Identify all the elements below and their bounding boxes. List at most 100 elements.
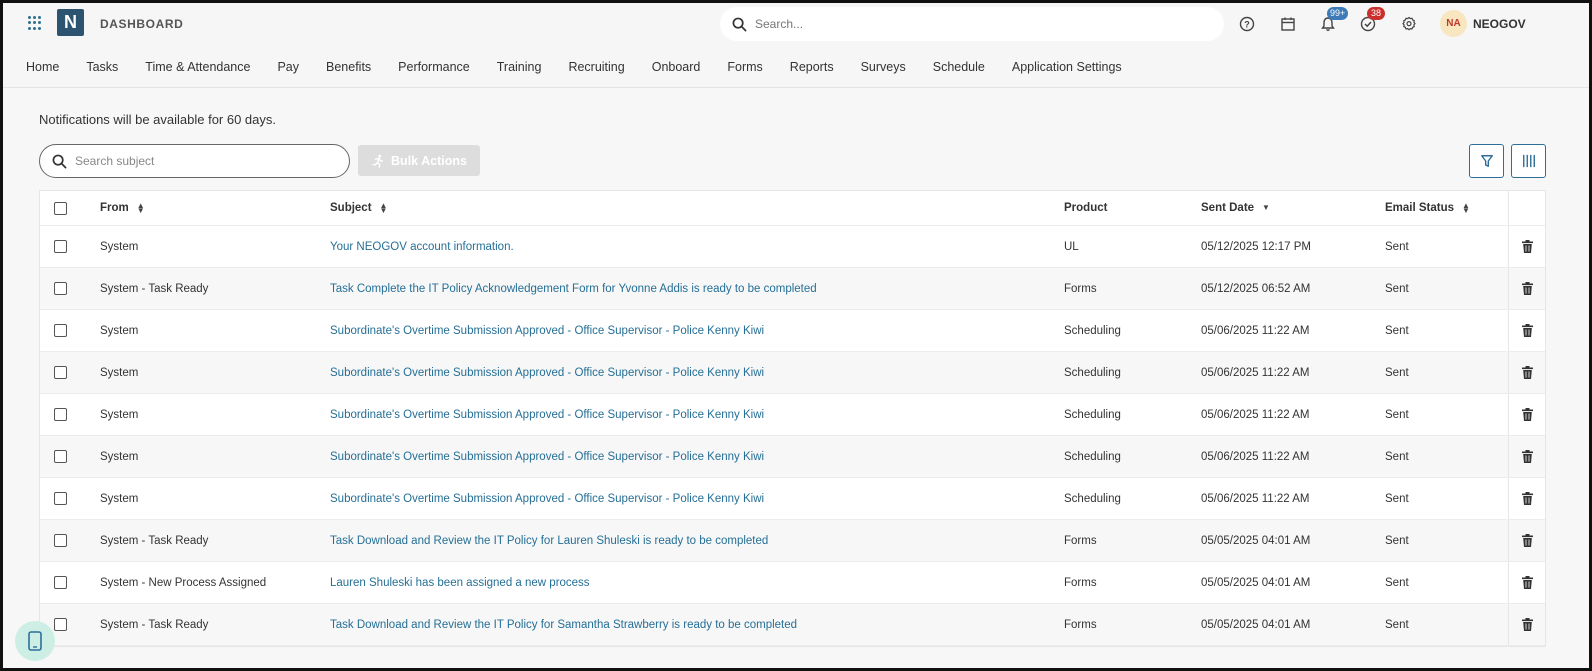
app-window: N DASHBOARD ? 99+ 38 NA NEOGOV: [0, 0, 1592, 671]
help-icon[interactable]: ?: [1238, 15, 1256, 33]
cell-sent-date: 05/05/2025 04:01 AM: [1201, 534, 1311, 547]
top-bar: N DASHBOARD ? 99+ 38 NA NEOGOV: [3, 3, 1589, 45]
neogov-logo[interactable]: N: [57, 9, 84, 36]
table-row[interactable]: System - Task Ready Task Download and Rev…: [40, 604, 1545, 646]
user-avatar[interactable]: NA: [1440, 10, 1467, 37]
mobile-app-button[interactable]: [15, 621, 55, 661]
delete-button[interactable]: [1508, 268, 1546, 309]
column-header-from[interactable]: From ▲ ▼: [100, 201, 145, 214]
tasks-check-icon[interactable]: 38: [1359, 7, 1385, 33]
nav-item-recruiting[interactable]: Recruiting: [568, 55, 624, 81]
cell-sent-date: 05/05/2025 04:01 AM: [1201, 618, 1311, 631]
delete-button[interactable]: [1508, 436, 1546, 477]
trash-icon: [1522, 408, 1533, 421]
cell-email-status: Sent: [1385, 366, 1409, 379]
table-row[interactable]: System - Task Ready Task Download and Rev…: [40, 520, 1545, 562]
table-row[interactable]: System Subordinate's Overtime Submission …: [40, 436, 1545, 478]
cell-subject-link[interactable]: Your NEOGOV account information.: [330, 241, 514, 253]
table-row[interactable]: System Subordinate's Overtime Submission …: [40, 352, 1545, 394]
nav-item-onboard[interactable]: Onboard: [652, 55, 701, 81]
cell-subject-link[interactable]: Lauren Shuleski has been assigned a new …: [330, 577, 590, 589]
nav-item-application-settings[interactable]: Application Settings: [1012, 55, 1122, 81]
table-row[interactable]: System Your NEOGOV account information. UL…: [40, 226, 1545, 268]
trash-icon: [1522, 240, 1533, 253]
subject-search[interactable]: [39, 144, 350, 178]
calendar-icon[interactable]: [1279, 15, 1297, 33]
nav-item-surveys[interactable]: Surveys: [861, 55, 906, 81]
row-checkbox[interactable]: [54, 408, 67, 421]
nav-item-time-attendance[interactable]: Time & Attendance: [145, 55, 250, 81]
cell-from: System: [100, 366, 139, 379]
user-name[interactable]: NEOGOV: [1473, 17, 1526, 31]
row-checkbox[interactable]: [54, 618, 67, 631]
cell-subject-link[interactable]: Task Download and Review the IT Policy f…: [330, 619, 797, 631]
table-row[interactable]: System Subordinate's Overtime Submission …: [40, 394, 1545, 436]
delete-button[interactable]: [1508, 226, 1546, 267]
delete-button[interactable]: [1508, 562, 1546, 603]
cell-subject-link[interactable]: Subordinate's Overtime Submission Approv…: [330, 325, 764, 337]
table-row[interactable]: System Subordinate's Overtime Submission …: [40, 310, 1545, 352]
filter-button[interactable]: [1469, 144, 1504, 178]
cell-email-status: Sent: [1385, 408, 1409, 421]
select-all-checkbox[interactable]: [54, 201, 67, 215]
row-checkbox[interactable]: [54, 492, 67, 505]
global-search[interactable]: [720, 7, 1224, 41]
cell-subject-link[interactable]: Subordinate's Overtime Submission Approv…: [330, 451, 764, 463]
table-row[interactable]: System - Task Ready Task Complete the IT …: [40, 268, 1545, 310]
column-header-subject[interactable]: Subject ▲ ▼: [330, 201, 387, 214]
settings-gear-icon[interactable]: [1400, 15, 1418, 33]
row-checkbox[interactable]: [54, 576, 67, 589]
nav-item-performance[interactable]: Performance: [398, 55, 470, 81]
column-header-email-status[interactable]: Email Status ▲ ▼: [1385, 200, 1470, 215]
cell-from: System: [100, 408, 139, 421]
table-row[interactable]: System - New Process Assigned Lauren Shul…: [40, 562, 1545, 604]
trash-icon: [1522, 576, 1533, 589]
cell-email-status: Sent: [1385, 618, 1409, 631]
cell-subject-link[interactable]: Subordinate's Overtime Submission Approv…: [330, 409, 764, 421]
cell-sent-date: 05/06/2025 11:22 AM: [1201, 408, 1310, 421]
delete-button[interactable]: [1508, 604, 1546, 645]
global-search-input[interactable]: [755, 17, 1195, 31]
delete-button[interactable]: [1508, 352, 1546, 393]
nav-item-tasks[interactable]: Tasks: [86, 55, 118, 81]
cell-product: Scheduling: [1064, 450, 1121, 463]
row-checkbox[interactable]: [54, 450, 67, 463]
cell-from: System - Task Ready: [100, 282, 209, 295]
trash-icon: [1522, 282, 1533, 295]
cell-sent-date: 05/06/2025 11:22 AM: [1201, 366, 1310, 379]
cell-subject-link[interactable]: Task Complete the IT Policy Acknowledgem…: [330, 283, 817, 295]
nav-item-forms[interactable]: Forms: [727, 55, 762, 81]
cell-sent-date: 05/12/2025 06:52 AM: [1201, 282, 1311, 295]
cell-subject-link[interactable]: Task Download and Review the IT Policy f…: [330, 535, 768, 547]
row-checkbox[interactable]: [54, 240, 67, 253]
delete-button[interactable]: [1508, 478, 1546, 519]
delete-button[interactable]: [1508, 520, 1546, 561]
nav-item-reports[interactable]: Reports: [790, 55, 834, 81]
nav-item-home[interactable]: Home: [26, 55, 59, 81]
delete-button[interactable]: [1508, 394, 1546, 435]
column-header-sent-date[interactable]: Sent Date ▼: [1201, 202, 1270, 214]
cell-email-status: Sent: [1385, 534, 1409, 547]
cell-subject-link[interactable]: Subordinate's Overtime Submission Approv…: [330, 367, 764, 379]
nav-item-schedule[interactable]: Schedule: [933, 55, 985, 81]
subject-search-input[interactable]: [75, 154, 325, 168]
nav-item-training[interactable]: Training: [497, 55, 542, 81]
nav-item-pay[interactable]: Pay: [277, 55, 299, 81]
cell-subject-link[interactable]: Subordinate's Overtime Submission Approv…: [330, 493, 764, 505]
row-checkbox[interactable]: [54, 324, 67, 337]
app-launcher-icon[interactable]: [28, 16, 42, 30]
trash-icon: [1522, 366, 1533, 379]
search-icon: [732, 17, 747, 31]
row-checkbox[interactable]: [54, 282, 67, 295]
sort-icon: ▲ ▼: [1462, 200, 1470, 215]
row-checkbox[interactable]: [54, 534, 67, 547]
notifications-bell-icon[interactable]: 99+: [1319, 7, 1349, 33]
table-row[interactable]: System Subordinate's Overtime Submission …: [40, 478, 1545, 520]
cell-from: System: [100, 450, 139, 463]
cell-product: UL: [1064, 240, 1079, 253]
columns-button[interactable]: [1511, 144, 1546, 178]
delete-button[interactable]: [1508, 310, 1546, 351]
row-checkbox[interactable]: [54, 366, 67, 379]
bulk-actions-button[interactable]: Bulk Actions: [358, 145, 480, 176]
nav-item-benefits[interactable]: Benefits: [326, 55, 371, 81]
